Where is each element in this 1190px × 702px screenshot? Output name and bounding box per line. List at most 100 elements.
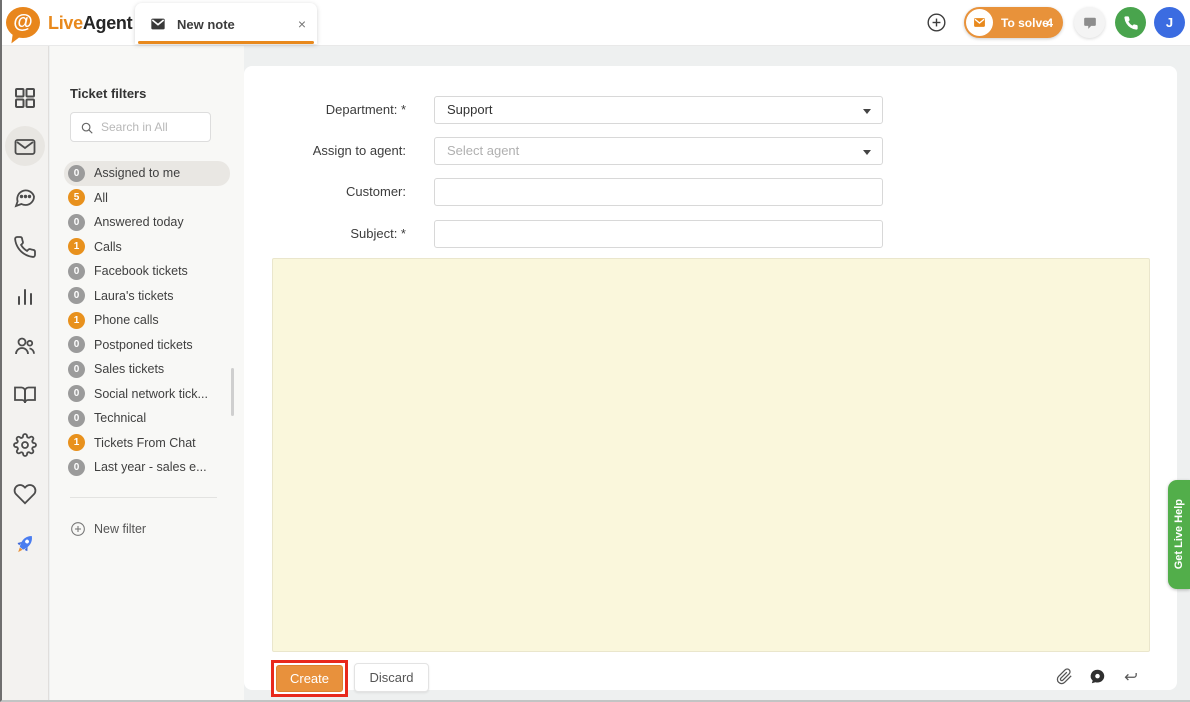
subject-input[interactable] (435, 221, 882, 247)
filter-assigned-to-me[interactable]: 0 Assigned to me (64, 161, 230, 186)
get-live-help-label: Get Live Help (1173, 499, 1185, 569)
reply-return-arrow-icon[interactable] (1122, 668, 1139, 685)
count-badge: 0 (68, 410, 85, 427)
filter-label: Sales tickets (94, 362, 164, 376)
logo-at: @ (13, 11, 33, 34)
reports-icon[interactable] (13, 284, 37, 308)
filter-facebook-tickets[interactable]: 0 Facebook tickets (64, 259, 230, 284)
count-badge: 1 (68, 434, 85, 451)
filter-label: Calls (94, 240, 122, 254)
filter-tickets-from-chat[interactable]: 1 Tickets From Chat (64, 431, 230, 456)
count-badge: 0 (68, 263, 85, 280)
filter-last-year-sales[interactable]: 0Last year - sales e... (64, 455, 230, 480)
filter-postponed-tickets[interactable]: 0 Postponed tickets (64, 333, 230, 358)
to-solve-envelope-icon (966, 9, 993, 36)
settings-gear-icon[interactable] (13, 433, 37, 457)
ticket-filters-panel: Ticket filters 0Assigned to me 5All 0Ans… (50, 46, 244, 700)
count-badge: 0 (68, 165, 85, 182)
chats-icon[interactable] (13, 185, 37, 209)
filter-label: Assigned to me (94, 166, 180, 180)
tickets-icon[interactable] (13, 135, 37, 159)
tab-title: New note (177, 17, 235, 32)
search-icon (80, 121, 94, 135)
add-new-icon[interactable] (926, 12, 947, 33)
chevron-down-icon (863, 150, 871, 155)
discard-button[interactable]: Discard (354, 663, 429, 692)
phone-icon (1123, 15, 1139, 31)
close-icon[interactable]: × (298, 15, 306, 33)
filter-technical[interactable]: 0 Technical (64, 406, 230, 431)
get-live-help-tab[interactable]: Get Live Help (1168, 480, 1190, 589)
search-input[interactable] (101, 114, 207, 140)
filter-search[interactable] (70, 112, 211, 142)
assign-agent-placeholder: Select agent (447, 143, 519, 158)
department-label: Department: * (244, 96, 406, 124)
count-badge: 0 (68, 361, 85, 378)
to-solve-count: 4 (1046, 16, 1053, 30)
phone-button[interactable] (1115, 7, 1146, 38)
count-badge: 0 (68, 287, 85, 304)
filter-phone-calls[interactable]: 1 Phone calls (64, 308, 230, 333)
attachment-paperclip-icon[interactable] (1056, 668, 1073, 685)
filter-label: Social network tick... (94, 387, 208, 401)
count-badge: 0 (68, 336, 85, 353)
customer-field-wrap (434, 178, 883, 206)
customer-input[interactable] (435, 179, 882, 205)
chat-messages-button[interactable] (1074, 7, 1105, 38)
filter-label: Postponed tickets (94, 338, 193, 352)
new-filter-label: New filter (94, 522, 146, 536)
filter-label: Technical (94, 411, 146, 425)
filter-scrollbar[interactable] (231, 368, 234, 416)
favorites-heart-icon[interactable] (13, 482, 37, 506)
filter-label: Tickets From Chat (94, 436, 196, 450)
to-solve-label: To solve (1001, 16, 1049, 30)
divider (70, 497, 217, 498)
plus-circle-icon (70, 521, 86, 537)
count-badge: 0 (68, 385, 85, 402)
filter-label: All (94, 191, 108, 205)
filter-all[interactable]: 5 All (64, 186, 230, 211)
create-button[interactable]: Create (276, 665, 343, 692)
canned-message-icon[interactable] (1089, 668, 1106, 685)
subject-row: Subject: * (244, 220, 1177, 248)
count-badge: 0 (68, 214, 85, 231)
tab-new-note[interactable]: New note × (135, 3, 317, 44)
filter-label: Facebook tickets (94, 264, 188, 278)
department-value: Support (447, 102, 493, 117)
calls-icon[interactable] (13, 235, 37, 259)
assign-agent-select[interactable]: Select agent (434, 137, 883, 165)
filter-social-network-tickets[interactable]: 0 Social network tick... (64, 382, 230, 407)
editor-toolbar (1056, 668, 1139, 685)
avatar[interactable]: J (1154, 7, 1185, 38)
avatar-initial: J (1166, 15, 1173, 30)
count-badge: 5 (68, 189, 85, 206)
logo-live: Live (48, 13, 83, 33)
filter-label: Laura's tickets (94, 289, 174, 303)
filter-sales-tickets[interactable]: 0 Sales tickets (64, 357, 230, 382)
new-filter-button[interactable]: New filter (70, 521, 146, 537)
envelope-icon (150, 16, 166, 30)
note-body-editor[interactable] (272, 258, 1150, 652)
chevron-down-icon (863, 109, 871, 114)
customers-icon[interactable] (13, 334, 37, 358)
count-badge: 0 (68, 459, 85, 476)
getting-started-rocket-icon[interactable] (13, 532, 37, 556)
to-solve-button[interactable]: To solve 4 (964, 7, 1063, 38)
department-select[interactable]: Support (434, 96, 883, 124)
liveagent-logo[interactable]: @ LiveAgent (4, 5, 134, 41)
left-nav (2, 46, 49, 700)
filter-lauras-tickets[interactable]: 0 Laura's tickets (64, 284, 230, 309)
department-row: Department: * Support (244, 96, 1177, 124)
new-note-form: Department: * Support Assign to agent: S… (244, 66, 1177, 690)
filter-label: Phone calls (94, 313, 159, 327)
filter-calls[interactable]: 1Calls (64, 235, 230, 260)
logo-text: LiveAgent (48, 13, 132, 34)
dashboard-icon[interactable] (13, 86, 37, 110)
logo-bubble-icon: @ (6, 7, 40, 38)
annotation-highlight-box: Create (271, 660, 348, 697)
top-bar: @ LiveAgent New note × To solve 4 (2, 0, 1190, 46)
count-badge: 1 (68, 312, 85, 329)
knowledge-base-icon[interactable] (13, 383, 37, 407)
filter-answered-today[interactable]: 0Answered today (64, 210, 230, 235)
tab-active-indicator (138, 41, 314, 44)
